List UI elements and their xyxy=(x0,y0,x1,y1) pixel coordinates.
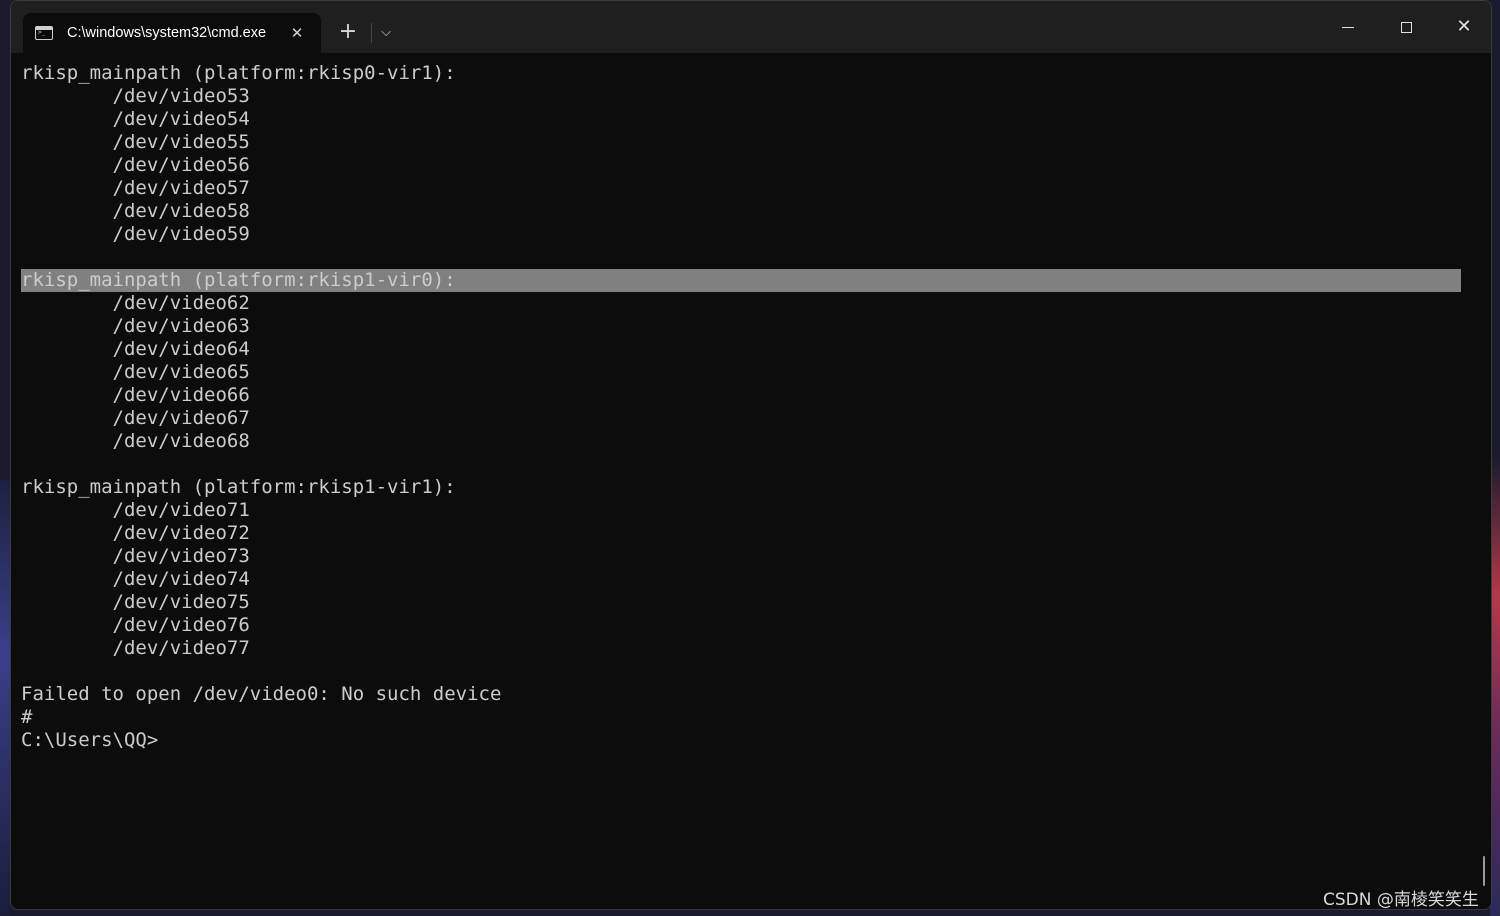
console-line: /dev/video56 xyxy=(21,154,250,176)
console-line: /dev/video71 xyxy=(21,499,250,521)
title-bar[interactable]: C:\windows\system32\cmd.exe ✕ + ⌵ ✕ xyxy=(11,1,1491,53)
console-line: /dev/video58 xyxy=(21,200,250,222)
maximize-icon xyxy=(1400,22,1412,33)
console-line-selected: rkisp_mainpath (platform:rkisp1-vir0): xyxy=(21,269,1461,292)
tab-cmd[interactable]: C:\windows\system32\cmd.exe ✕ xyxy=(23,13,321,53)
minimize-icon xyxy=(1342,27,1354,28)
console-line: /dev/video54 xyxy=(21,108,250,130)
console-icon xyxy=(35,26,53,40)
tab-divider xyxy=(371,23,372,43)
console-line: rkisp_mainpath (platform:rkisp0-vir1): xyxy=(21,62,456,84)
scrollbar-thumb[interactable] xyxy=(1483,856,1485,886)
terminal-window: C:\windows\system32\cmd.exe ✕ + ⌵ ✕ rkis… xyxy=(10,0,1492,910)
watermark: CSDN @南棱笑笑生 xyxy=(1323,890,1479,910)
console-output[interactable]: rkisp_mainpath (platform:rkisp0-vir1): /… xyxy=(21,62,1461,882)
tab-close-icon[interactable]: ✕ xyxy=(287,23,307,43)
console-line: /dev/video77 xyxy=(21,637,250,659)
console-line: # xyxy=(21,706,33,728)
console-line: /dev/video55 xyxy=(21,131,250,153)
console-line: /dev/video59 xyxy=(21,223,250,245)
console-line: /dev/video72 xyxy=(21,522,250,544)
maximize-button[interactable] xyxy=(1383,9,1429,45)
console-line: /dev/video76 xyxy=(21,614,250,636)
console-line: /dev/video64 xyxy=(21,338,250,360)
console-line: /dev/video63 xyxy=(21,315,250,337)
console-line: /dev/video74 xyxy=(21,568,250,590)
console-line: rkisp_mainpath (platform:rkisp1-vir1): xyxy=(21,476,456,498)
close-button[interactable]: ✕ xyxy=(1441,9,1487,45)
console-line: /dev/video62 xyxy=(21,292,250,314)
console-line: /dev/video53 xyxy=(21,85,250,107)
console-line: Failed to open /dev/video0: No such devi… xyxy=(21,683,502,705)
tab-title: C:\windows\system32\cmd.exe xyxy=(67,25,267,41)
console-line: /dev/video73 xyxy=(21,545,250,567)
console-line: /dev/video68 xyxy=(21,430,250,452)
chevron-down-icon[interactable]: ⌵ xyxy=(373,19,399,47)
console-line: C:\Users\QQ> xyxy=(21,729,159,751)
new-tab-button[interactable]: + xyxy=(333,17,363,47)
console-line: /dev/video65 xyxy=(21,361,250,383)
minimize-button[interactable] xyxy=(1325,9,1371,45)
console-line: /dev/video57 xyxy=(21,177,250,199)
console-line: /dev/video66 xyxy=(21,384,250,406)
console-line: /dev/video75 xyxy=(21,591,250,613)
console-line: /dev/video67 xyxy=(21,407,250,429)
desktop-background-left xyxy=(0,480,10,916)
